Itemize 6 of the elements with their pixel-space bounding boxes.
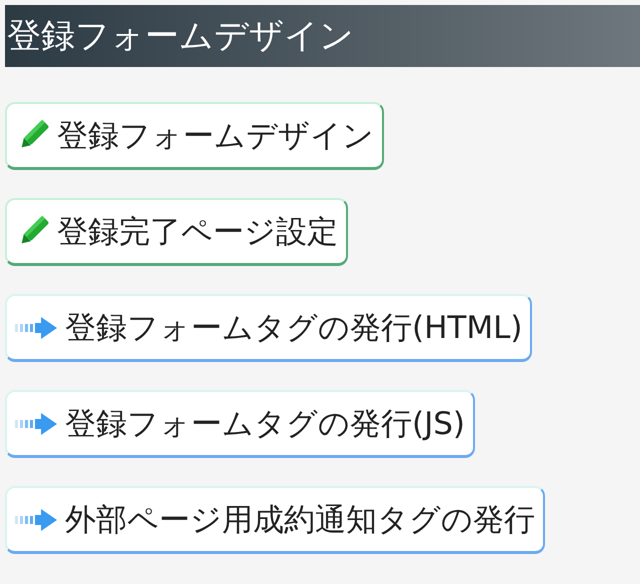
menu-button[interactable]: 登録完了ページ設定 [5,198,348,266]
menu-button[interactable]: 外部ページ用成約通知タグの発行 [5,486,545,554]
menu-button[interactable]: 登録フォームタグの発行(JS) [5,390,476,458]
menu-button[interactable]: 登録フォームタグの発行(HTML) [5,294,532,362]
menu-button[interactable]: 登録フォームデザイン [5,102,384,170]
header-title: 登録フォームデザイン [6,15,354,58]
